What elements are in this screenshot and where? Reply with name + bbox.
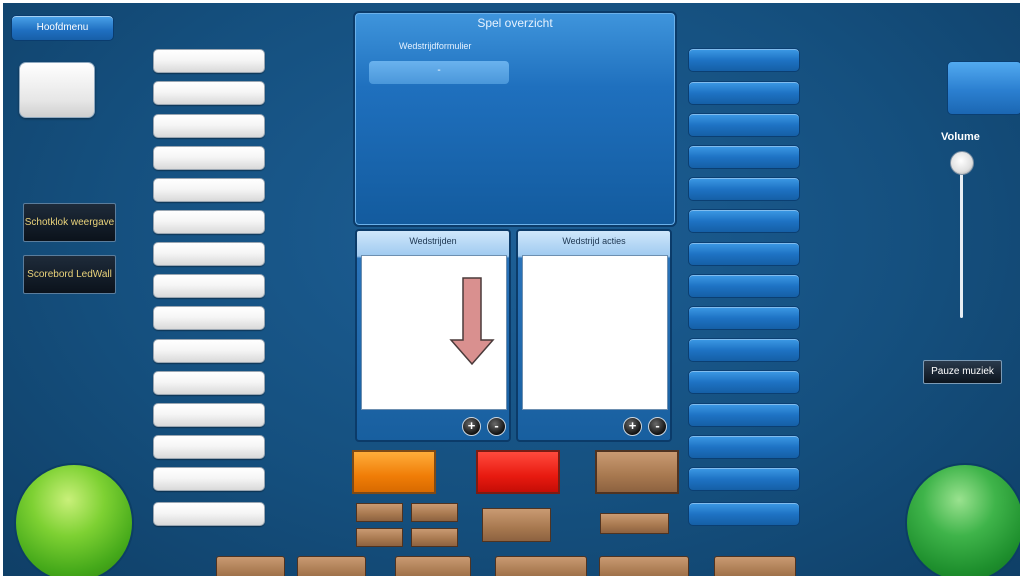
white-pill-button[interactable] [153,467,265,491]
blue-square-button[interactable] [947,61,1020,115]
main-menu-button[interactable]: Hoofdmenu [11,15,114,41]
app-stage: Hoofdmenu Schotklok weergave Scorebord L… [3,3,1020,576]
match-actions-list[interactable] [522,255,668,410]
white-pill-button[interactable] [153,371,265,395]
matches-panel-title: Wedstrijden [409,236,457,246]
blue-pill-button[interactable] [688,467,800,491]
white-pill-button[interactable] [153,435,265,459]
match-actions-panel: Wedstrijd acties + - [516,229,672,442]
add-match-button[interactable]: + [462,417,481,436]
blue-pill-button[interactable] [688,502,800,526]
white-pill-button[interactable] [153,242,265,266]
blue-pill-button[interactable] [688,81,800,105]
white-pill-button[interactable] [153,114,265,138]
white-pill-button[interactable] [153,178,265,202]
matches-panel: Wedstrijden + - [355,229,511,442]
brown-button-small[interactable] [411,528,458,547]
game-overview-panel: Spel overzicht Wedstrijdformulier - [353,11,677,227]
white-pill-button[interactable] [153,210,265,234]
white-pill-button[interactable] [153,81,265,105]
volume-label: Volume [941,131,980,143]
match-form-label: Wedstrijdformulier [399,41,472,51]
bottom-brown-button[interactable] [297,556,366,576]
game-overview-title: Spel overzicht [477,16,553,30]
scoreboard-ledwall-button[interactable]: Scorebord LedWall [23,255,116,294]
add-action-button[interactable]: + [623,417,642,436]
red-button[interactable] [476,450,560,494]
white-pill-button[interactable] [153,306,265,330]
blue-pill-button[interactable] [688,306,800,330]
blue-pill-button[interactable] [688,370,800,394]
match-form-select[interactable]: - [369,61,509,84]
blue-pill-button[interactable] [688,145,800,169]
bottom-brown-button[interactable] [714,556,796,576]
bottom-brown-button[interactable] [395,556,471,576]
match-actions-panel-title: Wedstrijd acties [562,236,626,246]
white-pill-button[interactable] [153,146,265,170]
pause-music-button[interactable]: Pauze muziek [923,360,1002,384]
white-pill-button[interactable] [153,274,265,298]
white-square-button[interactable] [19,62,95,118]
brown-button-large[interactable] [595,450,679,494]
brown-button-small[interactable] [411,503,458,522]
brown-button-small[interactable] [356,503,403,522]
blue-pill-button[interactable] [688,113,800,137]
blue-pill-button[interactable] [688,338,800,362]
brown-button-medium[interactable] [600,513,669,534]
white-pill-button[interactable] [153,49,265,73]
bottom-brown-button[interactable] [599,556,689,576]
left-green-circle-button[interactable] [14,463,134,576]
remove-match-button[interactable]: - [487,417,506,436]
matches-list[interactable] [361,255,507,410]
volume-slider-track[interactable] [960,163,963,318]
remove-action-button[interactable]: - [648,417,667,436]
blue-pill-button[interactable] [688,209,800,233]
blue-pill-button[interactable] [688,177,800,201]
blue-pill-button[interactable] [688,274,800,298]
blue-pill-button[interactable] [688,242,800,266]
white-pill-button[interactable] [153,403,265,427]
white-pill-button[interactable] [153,502,265,526]
volume-slider-knob[interactable] [950,151,974,175]
orange-button[interactable] [352,450,436,494]
bottom-brown-button[interactable] [495,556,587,576]
shot-clock-display-button[interactable]: Schotklok weergave [23,203,116,242]
blue-pill-button[interactable] [688,48,800,72]
white-pill-button[interactable] [153,339,265,363]
right-green-circle-button[interactable] [905,463,1020,576]
brown-button-small[interactable] [356,528,403,547]
blue-pill-button[interactable] [688,403,800,427]
brown-button-medium[interactable] [482,508,551,542]
arrow-down-icon [449,277,495,366]
bottom-brown-button[interactable] [216,556,285,576]
blue-pill-button[interactable] [688,435,800,459]
